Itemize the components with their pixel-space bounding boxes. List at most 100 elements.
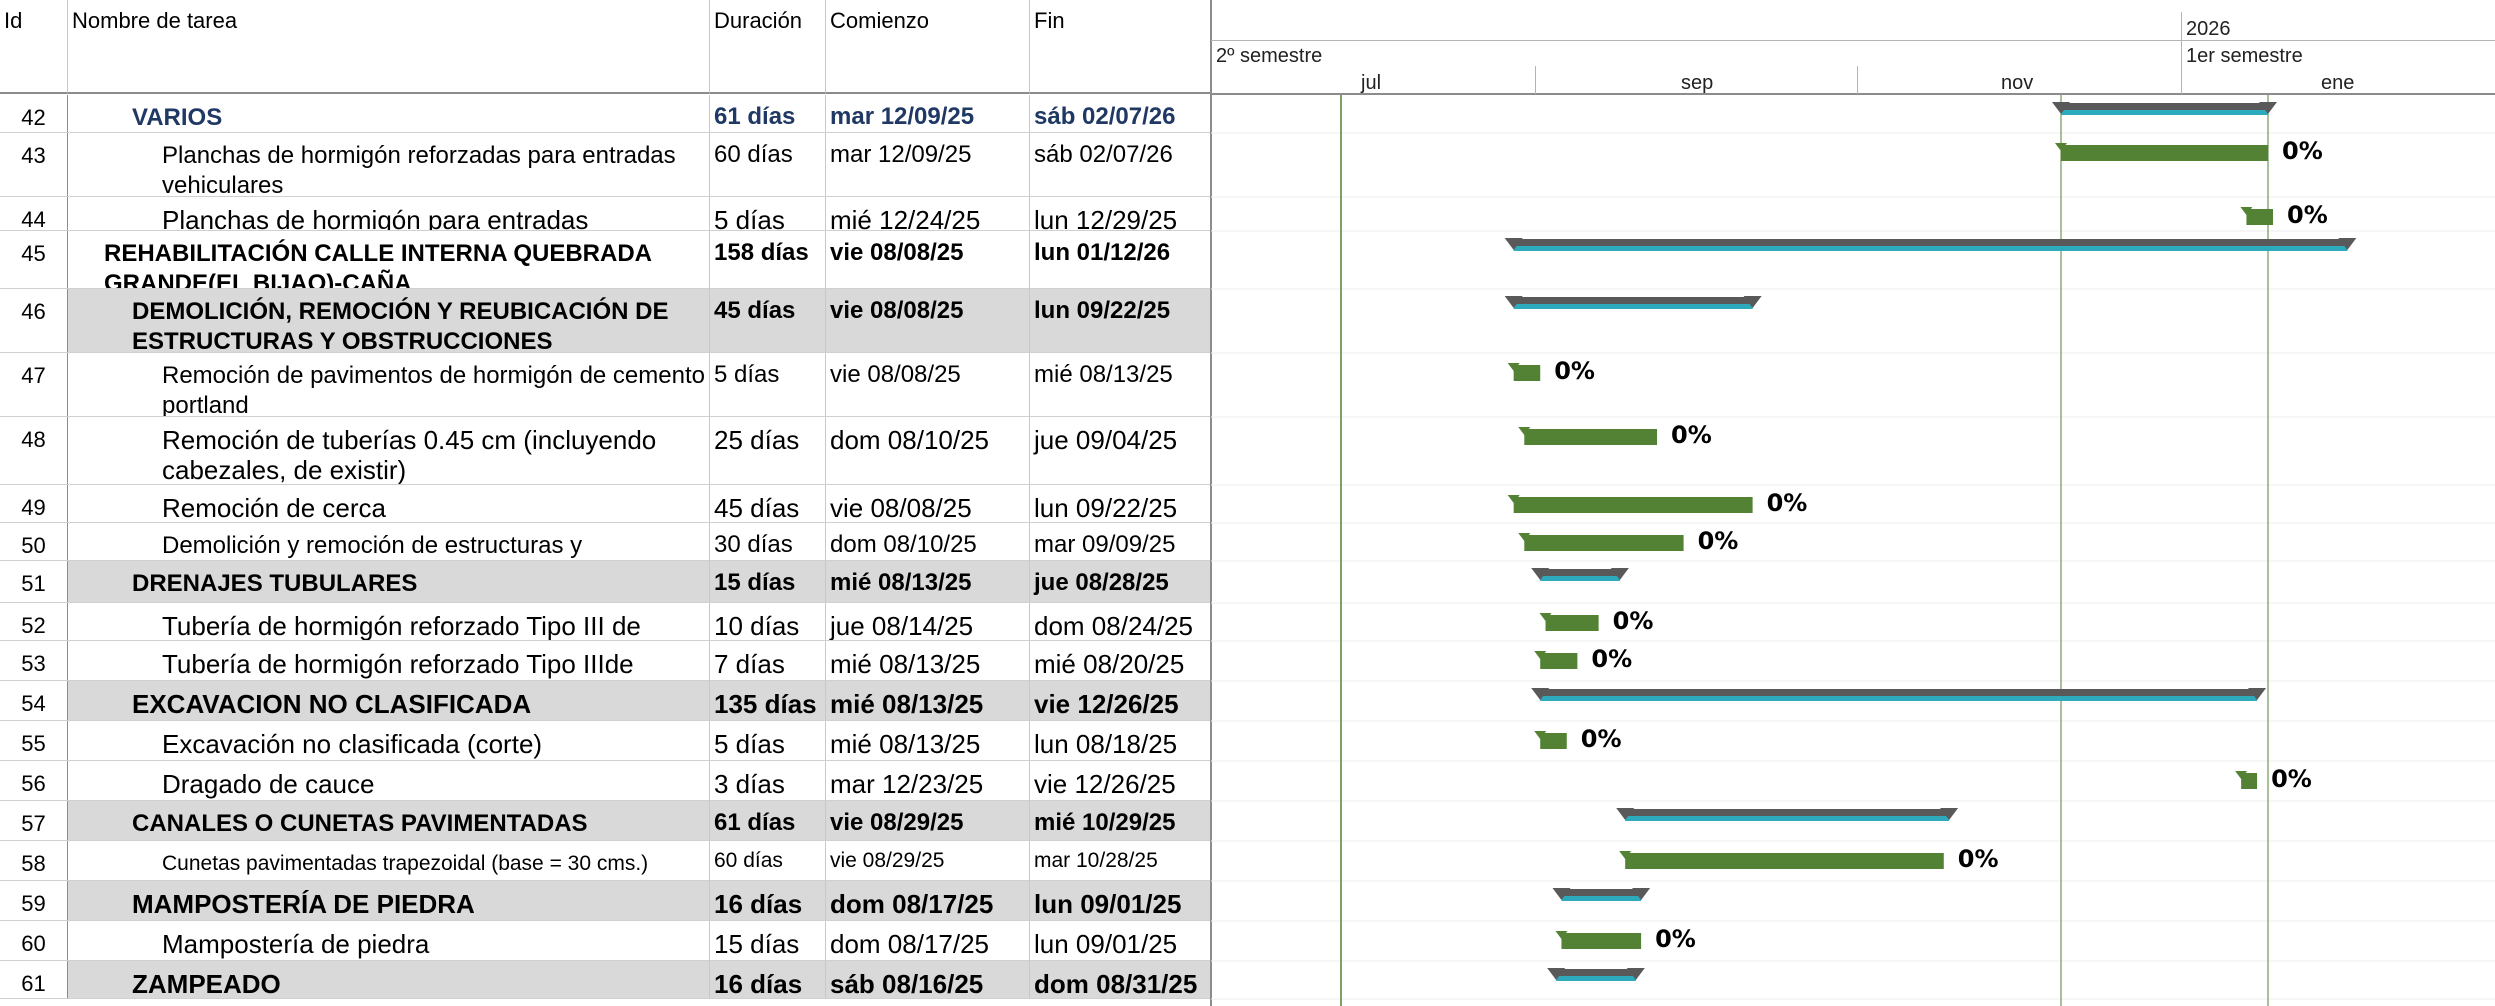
task-name-cell[interactable]: DEMOLICIÓN, REMOCIÓN Y REUBICACIÓN DE ES… <box>68 289 710 352</box>
finish-cell[interactable]: mar 10/28/25 <box>1030 841 1210 880</box>
column-header-finish[interactable]: Fin <box>1030 0 1210 94</box>
row-id-cell[interactable]: 43 <box>0 133 68 196</box>
column-header-duration[interactable]: Duración <box>710 0 826 94</box>
table-row[interactable]: 60 Mampostería de piedra 15 días dom 08/17/… <box>0 921 1210 961</box>
row-id-cell[interactable]: 42 <box>0 95 68 132</box>
task-name-cell[interactable]: Planchas de hormigón reforzadas para ent… <box>68 133 710 196</box>
row-id-cell[interactable]: 55 <box>0 721 68 760</box>
duration-cell[interactable]: 10 días <box>710 603 826 640</box>
finish-cell[interactable]: lun 09/22/25 <box>1030 485 1210 522</box>
row-id-cell[interactable]: 48 <box>0 417 68 484</box>
duration-cell[interactable]: 135 días <box>710 681 826 720</box>
task-name-cell[interactable]: Tubería de hormigón reforzado Tipo IIIde… <box>68 641 710 680</box>
row-id-cell[interactable]: 52 <box>0 603 68 640</box>
table-row[interactable]: 42 VARIOS 61 días mar 12/09/25 sáb 02/07/26 <box>0 95 1210 133</box>
finish-cell[interactable]: sáb 02/07/26 <box>1030 95 1210 132</box>
table-row[interactable]: 50 Demolición y remoción de estructuras y… <box>0 523 1210 561</box>
finish-cell[interactable]: lun 09/01/25 <box>1030 881 1210 920</box>
table-row[interactable]: 51 DRENAJES TUBULARES 15 días mié 08/13/25 j… <box>0 561 1210 603</box>
start-cell[interactable]: mar 12/23/25 <box>826 761 1030 800</box>
row-id-cell[interactable]: 50 <box>0 523 68 560</box>
finish-cell[interactable]: vie 12/26/25 <box>1030 681 1210 720</box>
finish-cell[interactable]: jue 09/04/25 <box>1030 417 1210 484</box>
finish-cell[interactable]: lun 12/29/25 <box>1030 197 1210 230</box>
table-row[interactable]: 59 MAMPOSTERÍA DE PIEDRA 16 días dom 08/17/… <box>0 881 1210 921</box>
duration-cell[interactable]: 25 días <box>710 417 826 484</box>
start-cell[interactable]: vie 08/08/25 <box>826 231 1030 288</box>
duration-cell[interactable]: 5 días <box>710 353 826 416</box>
column-header-id[interactable]: Id <box>0 0 68 94</box>
task-name-cell[interactable]: CANALES O CUNETAS PAVIMENTADAS <box>68 801 710 840</box>
row-id-cell[interactable]: 59 <box>0 881 68 920</box>
finish-cell[interactable]: lun 09/01/25 <box>1030 921 1210 960</box>
duration-cell[interactable]: 15 días <box>710 921 826 960</box>
task-name-cell[interactable]: Remoción de tuberías 0.45 cm (incluyendo… <box>68 417 710 484</box>
duration-cell[interactable]: 61 días <box>710 95 826 132</box>
start-cell[interactable]: vie 08/08/25 <box>826 353 1030 416</box>
start-cell[interactable]: mié 08/13/25 <box>826 641 1030 680</box>
duration-cell[interactable]: 45 días <box>710 485 826 522</box>
start-cell[interactable]: vie 08/08/25 <box>826 289 1030 352</box>
start-cell[interactable]: vie 08/08/25 <box>826 485 1030 522</box>
row-id-cell[interactable]: 61 <box>0 961 68 998</box>
duration-cell[interactable]: 5 días <box>710 197 826 230</box>
row-id-cell[interactable]: 56 <box>0 761 68 800</box>
task-name-cell[interactable]: DRENAJES TUBULARES <box>68 561 710 602</box>
finish-cell[interactable]: mar 09/09/25 <box>1030 523 1210 560</box>
table-row[interactable]: 56 Dragado de cauce 3 días mar 12/23/25 vie … <box>0 761 1210 801</box>
duration-cell[interactable]: 5 días <box>710 721 826 760</box>
duration-cell[interactable]: 3 días <box>710 761 826 800</box>
task-name-cell[interactable]: Dragado de cauce <box>68 761 710 800</box>
row-id-cell[interactable]: 57 <box>0 801 68 840</box>
finish-cell[interactable]: mié 10/29/25 <box>1030 801 1210 840</box>
finish-cell[interactable]: lun 01/12/26 <box>1030 231 1210 288</box>
finish-cell[interactable]: sáb 02/07/26 <box>1030 133 1210 196</box>
start-cell[interactable]: jue 08/14/25 <box>826 603 1030 640</box>
start-cell[interactable]: mié 08/13/25 <box>826 681 1030 720</box>
row-id-cell[interactable]: 51 <box>0 561 68 602</box>
finish-cell[interactable]: mié 08/20/25 <box>1030 641 1210 680</box>
table-row[interactable]: 49 Remoción de cerca 45 días vie 08/08/25 lu… <box>0 485 1210 523</box>
finish-cell[interactable]: vie 12/26/25 <box>1030 761 1210 800</box>
start-cell[interactable]: sáb 08/16/25 <box>826 961 1030 998</box>
row-id-cell[interactable]: 53 <box>0 641 68 680</box>
task-name-cell[interactable]: Remoción de pavimentos de hormigón de ce… <box>68 353 710 416</box>
row-id-cell[interactable]: 46 <box>0 289 68 352</box>
duration-cell[interactable]: 45 días <box>710 289 826 352</box>
start-cell[interactable]: mié 08/13/25 <box>826 561 1030 602</box>
duration-cell[interactable]: 60 días <box>710 133 826 196</box>
start-cell[interactable]: mié 12/24/25 <box>826 197 1030 230</box>
table-row[interactable]: 57 CANALES O CUNETAS PAVIMENTADAS 61 días v… <box>0 801 1210 841</box>
table-row[interactable]: 58 Cunetas pavimentadas trapezoidal (base… <box>0 841 1210 881</box>
task-name-cell[interactable]: Excavación no clasificada (corte) <box>68 721 710 760</box>
duration-cell[interactable]: 60 días <box>710 841 826 880</box>
task-name-cell[interactable]: Cunetas pavimentadas trapezoidal (base =… <box>68 841 710 880</box>
start-cell[interactable]: dom 08/10/25 <box>826 417 1030 484</box>
start-cell[interactable]: mié 08/13/25 <box>826 721 1030 760</box>
task-name-cell[interactable]: Mampostería de piedra <box>68 921 710 960</box>
table-row[interactable]: 47 Remoción de pavimentos de hormigón de … <box>0 353 1210 417</box>
task-name-cell[interactable]: VARIOS <box>68 95 710 132</box>
column-header-start[interactable]: Comienzo <box>826 0 1030 94</box>
finish-cell[interactable]: dom 08/24/25 <box>1030 603 1210 640</box>
finish-cell[interactable]: dom 08/31/25 <box>1030 961 1210 998</box>
row-id-cell[interactable]: 54 <box>0 681 68 720</box>
start-cell[interactable]: mar 12/09/25 <box>826 133 1030 196</box>
duration-cell[interactable]: 16 días <box>710 961 826 998</box>
task-name-cell[interactable]: Planchas de hormigón para entradas peato… <box>68 197 710 230</box>
table-row[interactable]: 53 Tubería de hormigón reforzado Tipo III… <box>0 641 1210 681</box>
duration-cell[interactable]: 16 días <box>710 881 826 920</box>
finish-cell[interactable]: mié 08/13/25 <box>1030 353 1210 416</box>
start-cell[interactable]: dom 08/10/25 <box>826 523 1030 560</box>
duration-cell[interactable]: 30 días <box>710 523 826 560</box>
task-name-cell[interactable]: MAMPOSTERÍA DE PIEDRA <box>68 881 710 920</box>
start-cell[interactable]: dom 08/17/25 <box>826 921 1030 960</box>
table-row[interactable]: 43 Planchas de hormigón reforzadas para e… <box>0 133 1210 197</box>
task-name-cell[interactable]: Remoción de cerca <box>68 485 710 522</box>
start-cell[interactable]: vie 08/29/25 <box>826 801 1030 840</box>
duration-cell[interactable]: 7 días <box>710 641 826 680</box>
row-id-cell[interactable]: 60 <box>0 921 68 960</box>
finish-cell[interactable]: lun 09/22/25 <box>1030 289 1210 352</box>
row-id-cell[interactable]: 44 <box>0 197 68 230</box>
table-row[interactable]: 54 EXCAVACION NO CLASIFICADA 135 días mié 0… <box>0 681 1210 721</box>
